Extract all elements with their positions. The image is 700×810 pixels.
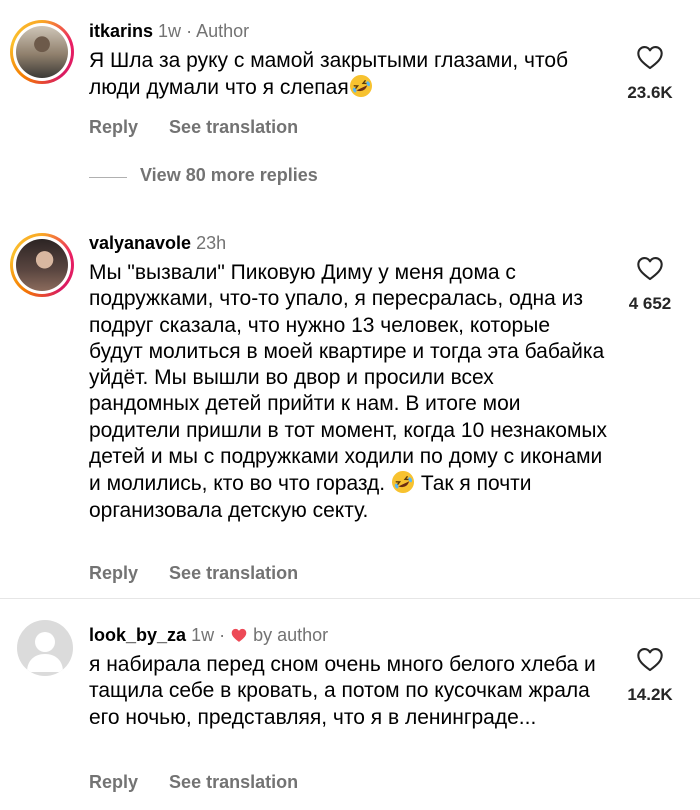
like-count: 23.6K bbox=[627, 83, 673, 102]
username[interactable]: itkarins bbox=[89, 21, 153, 41]
reply-button[interactable]: Reply bbox=[89, 117, 138, 137]
separator: · bbox=[186, 21, 193, 41]
separator: · bbox=[219, 625, 226, 645]
like-count: 4 652 bbox=[628, 294, 672, 313]
comment-header: itkarins 1w · Author bbox=[89, 20, 249, 42]
like-control[interactable]: 4 652 bbox=[600, 255, 700, 314]
replies-line bbox=[89, 177, 127, 178]
heart-outline-icon[interactable] bbox=[636, 255, 664, 281]
comment-text: Я Шла за руку с мамой закрытыми глазами,… bbox=[89, 49, 569, 100]
avatar[interactable] bbox=[10, 20, 74, 84]
avatar[interactable] bbox=[17, 620, 73, 676]
like-control[interactable]: 23.6K bbox=[600, 44, 700, 103]
divider bbox=[0, 598, 700, 599]
comment-actions: Reply See translation bbox=[89, 117, 324, 138]
like-count: 14.2K bbox=[627, 685, 673, 704]
see-translation-button[interactable]: See translation bbox=[169, 772, 298, 792]
timestamp: 23h bbox=[196, 233, 227, 253]
heart-filled-icon bbox=[231, 628, 247, 642]
liked-by-author-badge: by author bbox=[253, 625, 329, 645]
timestamp: 1w bbox=[158, 21, 182, 41]
avatar[interactable] bbox=[10, 233, 74, 297]
author-badge: Author bbox=[196, 21, 250, 41]
comment-text: я набирала перед сном очень много белого… bbox=[89, 653, 596, 729]
comment-actions: Reply See translation bbox=[89, 563, 324, 584]
reply-button[interactable]: Reply bbox=[89, 563, 138, 583]
comment-header: look_by_za 1w · by author bbox=[89, 624, 328, 646]
rolling-on-floor-laughing-icon bbox=[349, 75, 372, 98]
comment-actions: Reply See translation bbox=[89, 772, 324, 793]
default-avatar-icon bbox=[27, 632, 63, 672]
like-control[interactable]: 14.2K bbox=[600, 646, 700, 705]
rolling-on-floor-laughing-icon bbox=[392, 471, 414, 494]
view-replies-label[interactable]: View 80 more replies bbox=[140, 165, 318, 186]
heart-outline-icon[interactable] bbox=[636, 44, 664, 70]
heart-outline-icon[interactable] bbox=[636, 646, 664, 672]
comment-header: valyanavole 23h bbox=[89, 232, 226, 254]
username[interactable]: valyanavole bbox=[89, 233, 191, 253]
reply-button[interactable]: Reply bbox=[89, 772, 138, 792]
username[interactable]: look_by_za bbox=[89, 625, 186, 645]
comment-text: Мы "вызвали" Пиковую Диму у меня дома с … bbox=[89, 261, 607, 522]
see-translation-button[interactable]: See translation bbox=[169, 563, 298, 583]
timestamp: 1w bbox=[191, 625, 215, 645]
see-translation-button[interactable]: See translation bbox=[169, 117, 298, 137]
